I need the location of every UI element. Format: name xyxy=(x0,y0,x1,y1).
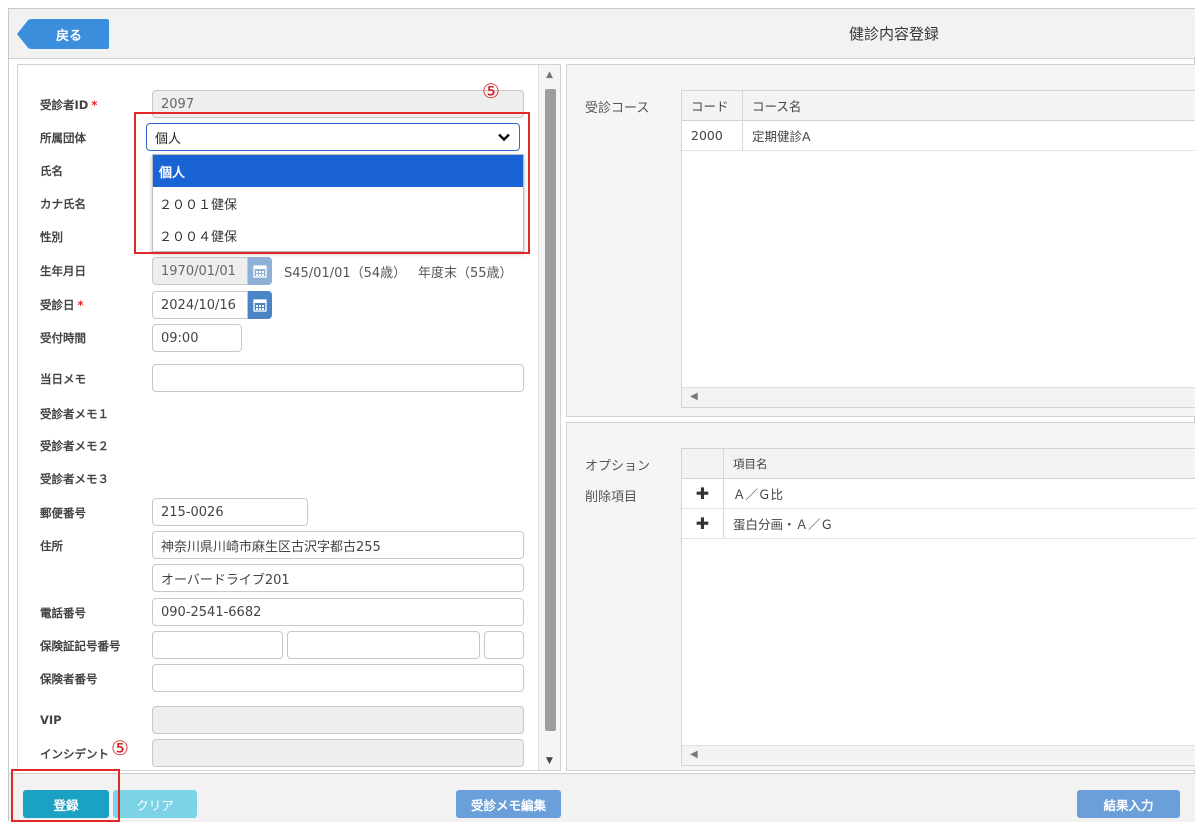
memo1-label: 受診者メモ１ xyxy=(40,407,109,421)
options-grid: 項目名 ✚ Ａ／Ｇ比 ✚ 蛋白分画・Ａ／Ｇ ◀ xyxy=(681,448,1195,766)
address-label: 住所 xyxy=(40,539,63,553)
address-line2-field[interactable]: オーバードライブ201 xyxy=(152,564,524,592)
options-panel: オプション 削除項目 項目名 ✚ Ａ／Ｇ比 ✚ 蛋白分画・Ａ／Ｇ ◀ xyxy=(566,422,1195,771)
incident-label: インシデント xyxy=(40,747,109,761)
phone-field[interactable]: 090-2541-6682 xyxy=(152,598,524,626)
table-row[interactable]: 2000 定期健診A xyxy=(682,121,1195,151)
memo3-label: 受診者メモ３ xyxy=(40,472,109,486)
memo2-label: 受診者メモ２ xyxy=(40,439,109,453)
col-code-header: コード xyxy=(682,91,743,120)
option-item-name: Ａ／Ｇ比 xyxy=(733,487,784,502)
option-item-name: 蛋白分画・Ａ／Ｇ xyxy=(733,517,834,532)
course-name-cell: 定期健診A xyxy=(752,129,811,144)
scroll-down-icon[interactable]: ▼ xyxy=(546,756,553,766)
window-frame: 戻る 健診内容登録 受診者ID * 2097 所属団体 個人 氏名 カナ氏名 性別… xyxy=(8,8,1195,822)
day-memo-label: 当日メモ xyxy=(40,372,86,386)
plus-icon[interactable]: ✚ xyxy=(682,509,724,538)
postal-label: 郵便番号 xyxy=(40,506,86,520)
back-button[interactable]: 戻る xyxy=(17,19,109,49)
form-scrollbar[interactable]: ▲ ▼ xyxy=(538,65,560,770)
table-row[interactable]: ✚ 蛋白分画・Ａ／Ｇ xyxy=(682,509,1195,539)
reception-time-field[interactable]: 09:00 xyxy=(152,324,242,352)
birth-label: 生年月日 xyxy=(40,264,86,278)
course-label: 受診コース xyxy=(585,101,650,116)
header-bar: 戻る 健診内容登録 xyxy=(9,9,1195,59)
scroll-left-icon[interactable]: ◀ xyxy=(690,391,698,402)
options-hscrollbar[interactable]: ◀ xyxy=(682,745,1195,765)
vip-field xyxy=(152,706,524,734)
name-label: 氏名 xyxy=(40,164,63,178)
birth-date-field[interactable]: 1970/01/01 xyxy=(152,257,248,285)
table-row[interactable]: ✚ Ａ／Ｇ比 xyxy=(682,479,1195,509)
exam-date-label: 受診日 * xyxy=(40,298,84,312)
insurance-number-field[interactable] xyxy=(287,631,480,659)
exam-calendar-icon[interactable] xyxy=(248,291,272,319)
phone-label: 電話番号 xyxy=(40,606,86,620)
plus-icon[interactable]: ✚ xyxy=(682,479,724,508)
scroll-left-icon[interactable]: ◀ xyxy=(690,749,698,760)
step-marker-top: ⑤ xyxy=(482,79,500,103)
clear-button[interactable]: クリア xyxy=(113,790,197,818)
course-hscrollbar[interactable]: ◀ xyxy=(682,387,1195,407)
reception-time-label: 受付時間 xyxy=(40,331,86,345)
gender-label: 性別 xyxy=(40,230,63,244)
scroll-thumb[interactable] xyxy=(545,89,556,731)
scroll-up-icon[interactable]: ▲ xyxy=(546,70,553,80)
delete-items-label: 削除項目 xyxy=(585,490,638,505)
course-grid: コード コース名 2000 定期健診A ◀ xyxy=(681,90,1195,408)
birth-calendar-icon[interactable] xyxy=(248,257,272,285)
course-panel: 受診コース コード コース名 2000 定期健診A ◀ xyxy=(566,64,1195,417)
vip-label: VIP xyxy=(40,713,62,727)
kana-label: カナ氏名 xyxy=(40,197,86,211)
insurance-branch-field[interactable] xyxy=(484,631,524,659)
insurer-no-label: 保険者番号 xyxy=(40,672,98,686)
address-line1-field[interactable]: 神奈川県川崎市麻生区古沢字都古255 xyxy=(152,531,524,559)
org-label: 所属団体 xyxy=(40,131,86,145)
course-code-cell: 2000 xyxy=(682,121,743,150)
page-title: 健診内容登録 xyxy=(849,25,940,43)
insurance-symbol-field[interactable] xyxy=(152,631,283,659)
fiscal-age-text: 年度末（55歳） xyxy=(418,266,513,281)
step-marker-bottom: ⑤ xyxy=(111,736,129,760)
highlight-box-dropdown xyxy=(134,112,530,254)
patient-id-label: 受診者ID * xyxy=(40,98,98,112)
insurance-symbol-label: 保険証記号番号 xyxy=(40,639,121,653)
col-course-name-header: コース名 xyxy=(752,99,802,114)
birth-wareki-text: S45/01/01（54歳） xyxy=(284,266,407,281)
col-action-header xyxy=(682,449,724,478)
insurer-no-field[interactable] xyxy=(152,664,524,692)
exam-date-field[interactable]: 2024/10/16 xyxy=(152,291,248,319)
day-memo-field[interactable] xyxy=(152,364,524,392)
course-grid-header: コード コース名 xyxy=(682,91,1195,121)
option-label: オプション xyxy=(585,459,651,474)
highlight-box-register xyxy=(11,769,120,822)
col-item-name-header: 項目名 xyxy=(733,456,768,471)
memo-edit-button[interactable]: 受診メモ編集 xyxy=(456,790,561,818)
incident-field xyxy=(152,739,524,767)
options-grid-header: 項目名 xyxy=(682,449,1195,479)
footer-bar: 登録 クリア 受診メモ編集 結果入力 xyxy=(9,773,1195,822)
postal-field[interactable]: 215-0026 xyxy=(152,498,308,526)
result-input-button[interactable]: 結果入力 xyxy=(1077,790,1180,818)
